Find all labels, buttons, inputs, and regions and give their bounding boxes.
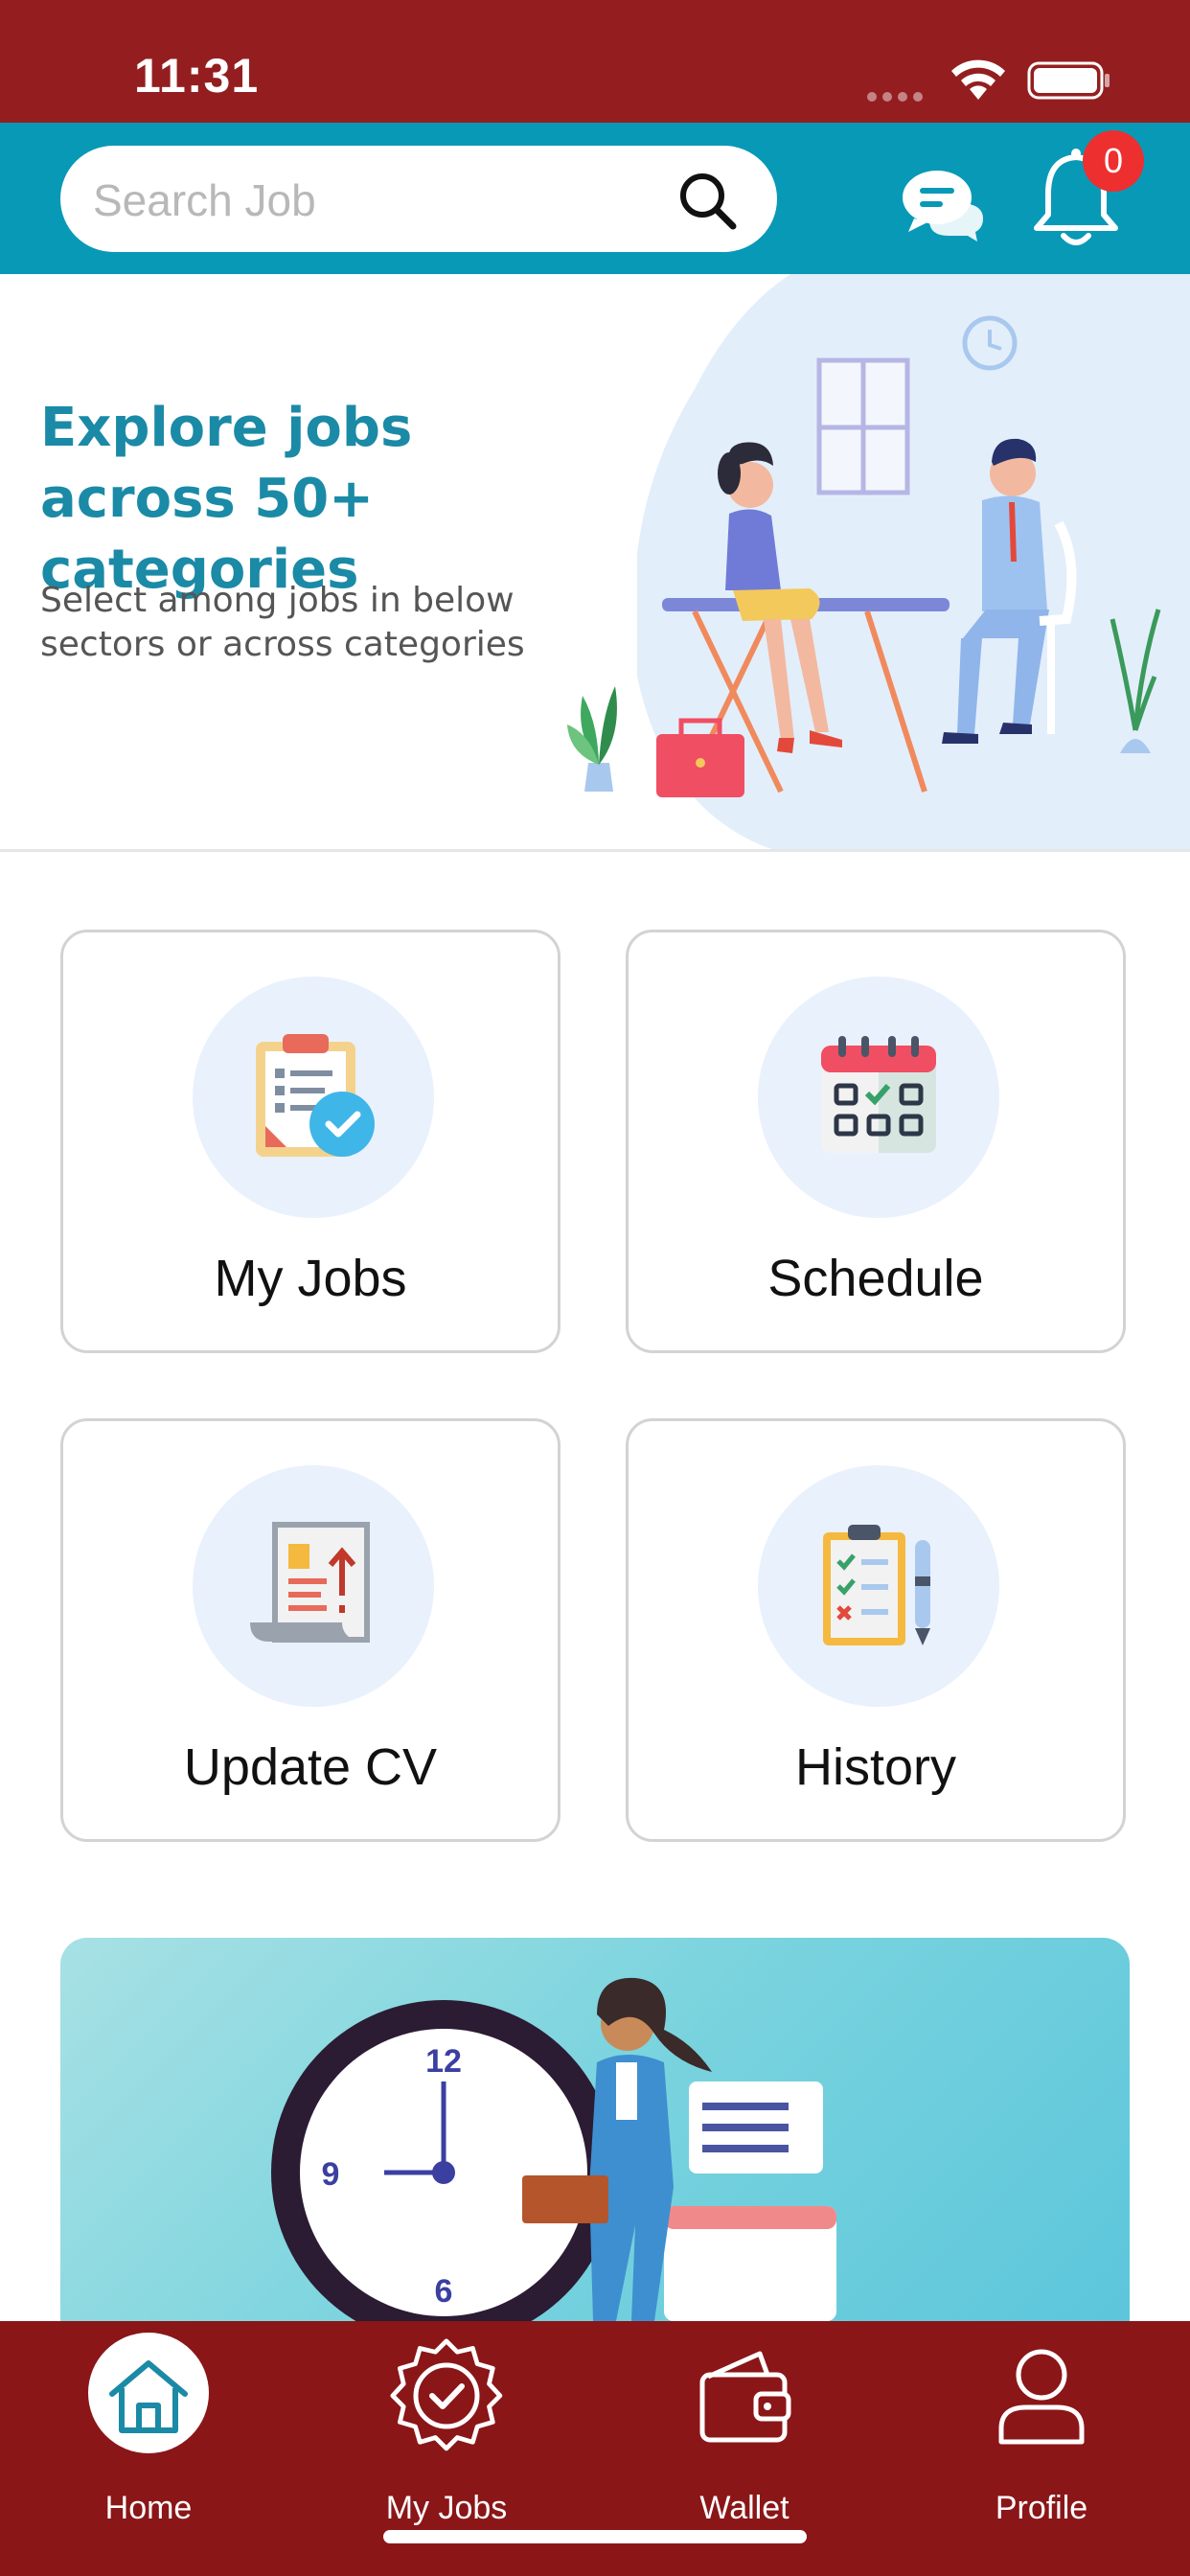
- search-placeholder: Search Job: [93, 175, 316, 225]
- hero-title: Explore jobs across 50+ categories: [40, 397, 413, 601]
- search-input[interactable]: Search Job: [60, 146, 777, 252]
- notification-badge: 0: [1083, 130, 1144, 192]
- divider: [0, 849, 1190, 852]
- my-jobs-icon-circle: [193, 977, 434, 1218]
- schedule-icon-circle: [758, 977, 999, 1218]
- tile-label: History: [794, 1738, 956, 1796]
- hero-illustration: [637, 274, 1190, 849]
- clipboard-check-icon: [256, 1034, 375, 1157]
- svg-text:6: 6: [435, 2273, 453, 2310]
- promo-banner[interactable]: 12 9 6: [60, 1938, 1130, 2321]
- promo-illustration: 12 9 6: [271, 1977, 836, 2321]
- status-bar: 11:31: [0, 0, 1190, 123]
- nav-label: Home: [104, 2490, 193, 2526]
- checklist-icon: [823, 1525, 930, 1645]
- hero-subtitle: Select among jobs in below sectors or ac…: [40, 581, 525, 664]
- nav-label: Profile: [995, 2490, 1088, 2526]
- schedule-tile[interactable]: Schedule: [626, 930, 1126, 1353]
- tile-label: My Jobs: [214, 1250, 407, 1307]
- nav-home[interactable]: Home: [53, 2321, 244, 2576]
- chat-icon[interactable]: [901, 165, 985, 242]
- profile-icon: [998, 2349, 1085, 2445]
- plant-icon: [567, 686, 617, 792]
- svg-text:9: 9: [322, 2156, 340, 2193]
- nav-profile[interactable]: Profile: [946, 2321, 1137, 2576]
- update-cv-icon-circle: [193, 1465, 434, 1707]
- wifi-icon: [951, 59, 1005, 100]
- home-icon: [109, 2360, 188, 2433]
- signal-icon: [867, 87, 928, 102]
- my-jobs-tile[interactable]: My Jobs: [60, 930, 561, 1353]
- cv-upload-icon: [250, 1522, 370, 1643]
- hero-banner: Explore jobs across 50+ categories Selec…: [0, 274, 1190, 849]
- svg-text:12: 12: [425, 2043, 462, 2080]
- history-tile[interactable]: History: [626, 1418, 1126, 1842]
- battery-icon: [1027, 61, 1110, 100]
- nav-label: My Jobs: [385, 2490, 508, 2526]
- update-cv-tile[interactable]: Update CV: [60, 1418, 561, 1842]
- wallet-icon: [699, 2351, 791, 2443]
- home-indicator: [383, 2530, 807, 2543]
- history-icon-circle: [758, 1465, 999, 1707]
- calendar-icon: [821, 1036, 936, 1153]
- search-icon[interactable]: [674, 167, 741, 234]
- badge-check-icon: [390, 2338, 503, 2451]
- tile-label: Update CV: [183, 1738, 438, 1796]
- tile-label: Schedule: [767, 1250, 984, 1307]
- status-time: 11:31: [134, 49, 260, 103]
- nav-label: Wallet: [699, 2490, 790, 2526]
